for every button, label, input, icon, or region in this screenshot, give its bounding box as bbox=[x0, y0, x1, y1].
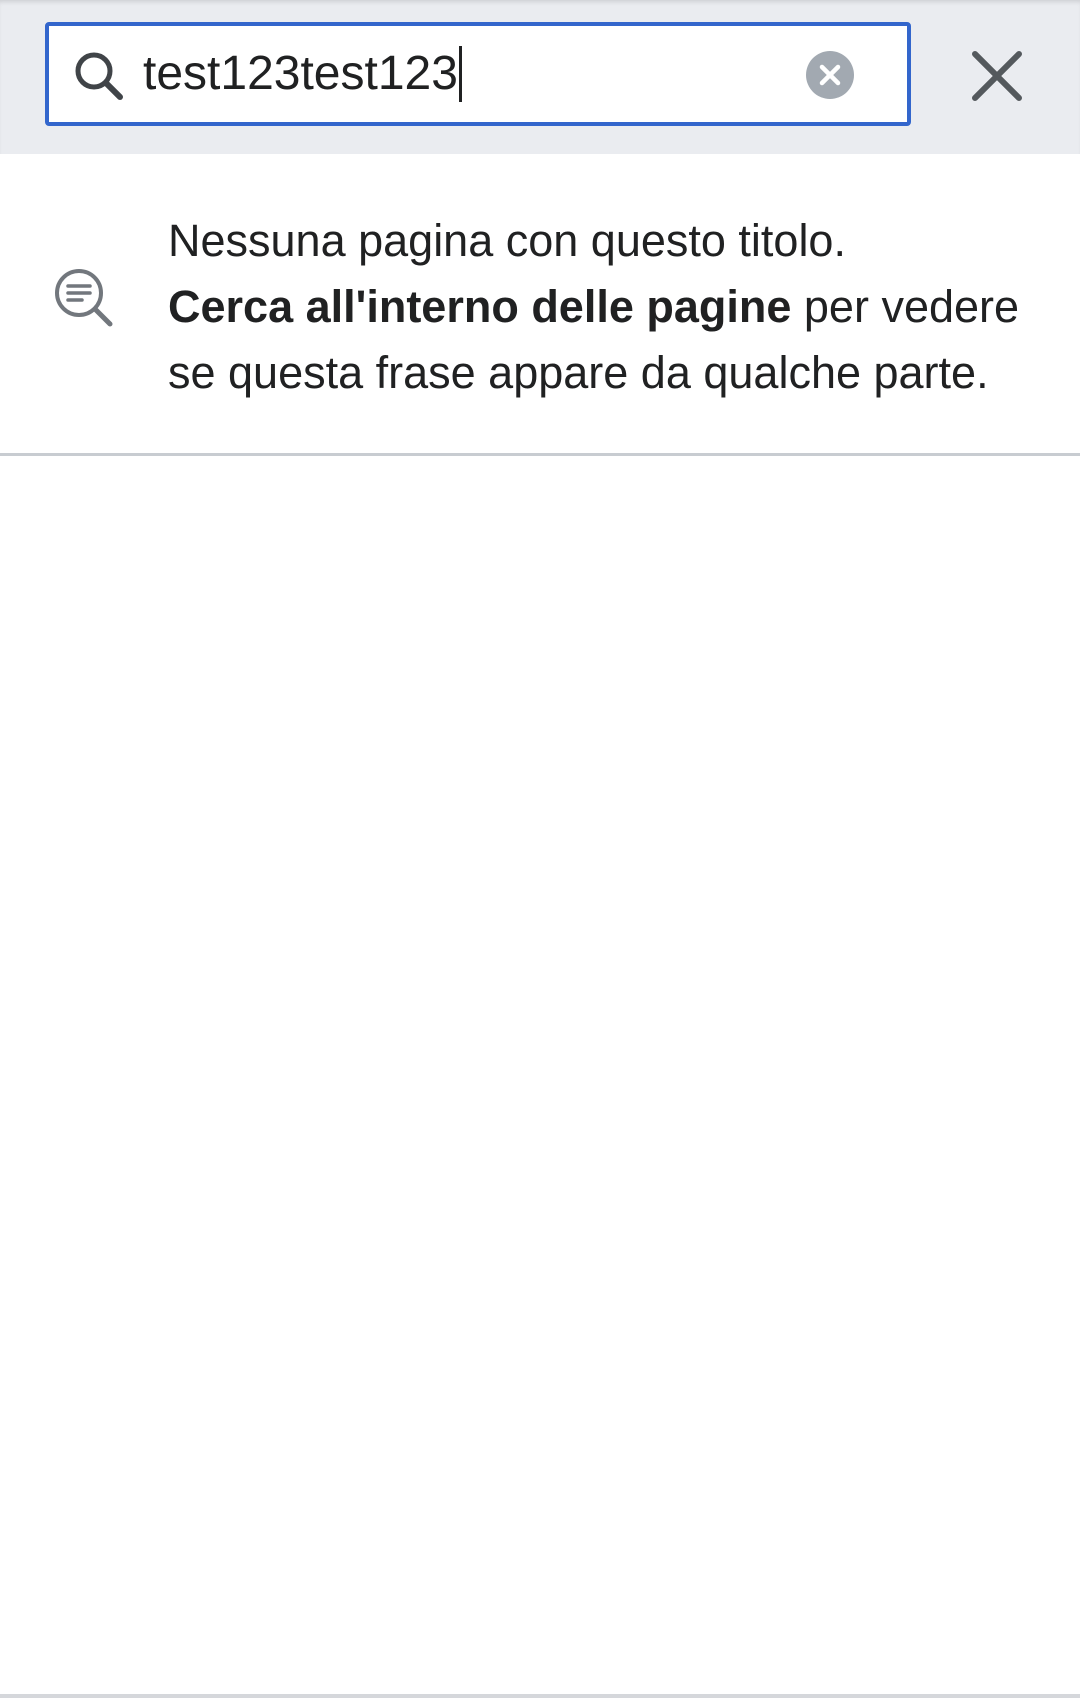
search-value: test123test123 bbox=[143, 47, 458, 100]
close-icon[interactable] bbox=[969, 48, 1025, 104]
bottom-divider bbox=[0, 1694, 1080, 1698]
notice-text: Nessuna pagina con questo titolo. Cerca … bbox=[168, 208, 1048, 406]
search-in-text-icon bbox=[55, 269, 113, 327]
no-results-notice: Nessuna pagina con questo titolo. Cerca … bbox=[0, 154, 1080, 456]
search-icon bbox=[75, 52, 123, 100]
search-header: test123test123 bbox=[0, 0, 1080, 154]
clear-icon[interactable] bbox=[805, 50, 855, 100]
text-caret bbox=[458, 46, 462, 102]
search-input[interactable]: test123test123 bbox=[45, 22, 911, 126]
search-field[interactable]: test123test123 bbox=[143, 42, 462, 106]
notice-message: Nessuna pagina con questo titolo. bbox=[168, 215, 846, 266]
search-within-pages-link[interactable]: Cerca all'interno delle pagine bbox=[168, 281, 791, 332]
